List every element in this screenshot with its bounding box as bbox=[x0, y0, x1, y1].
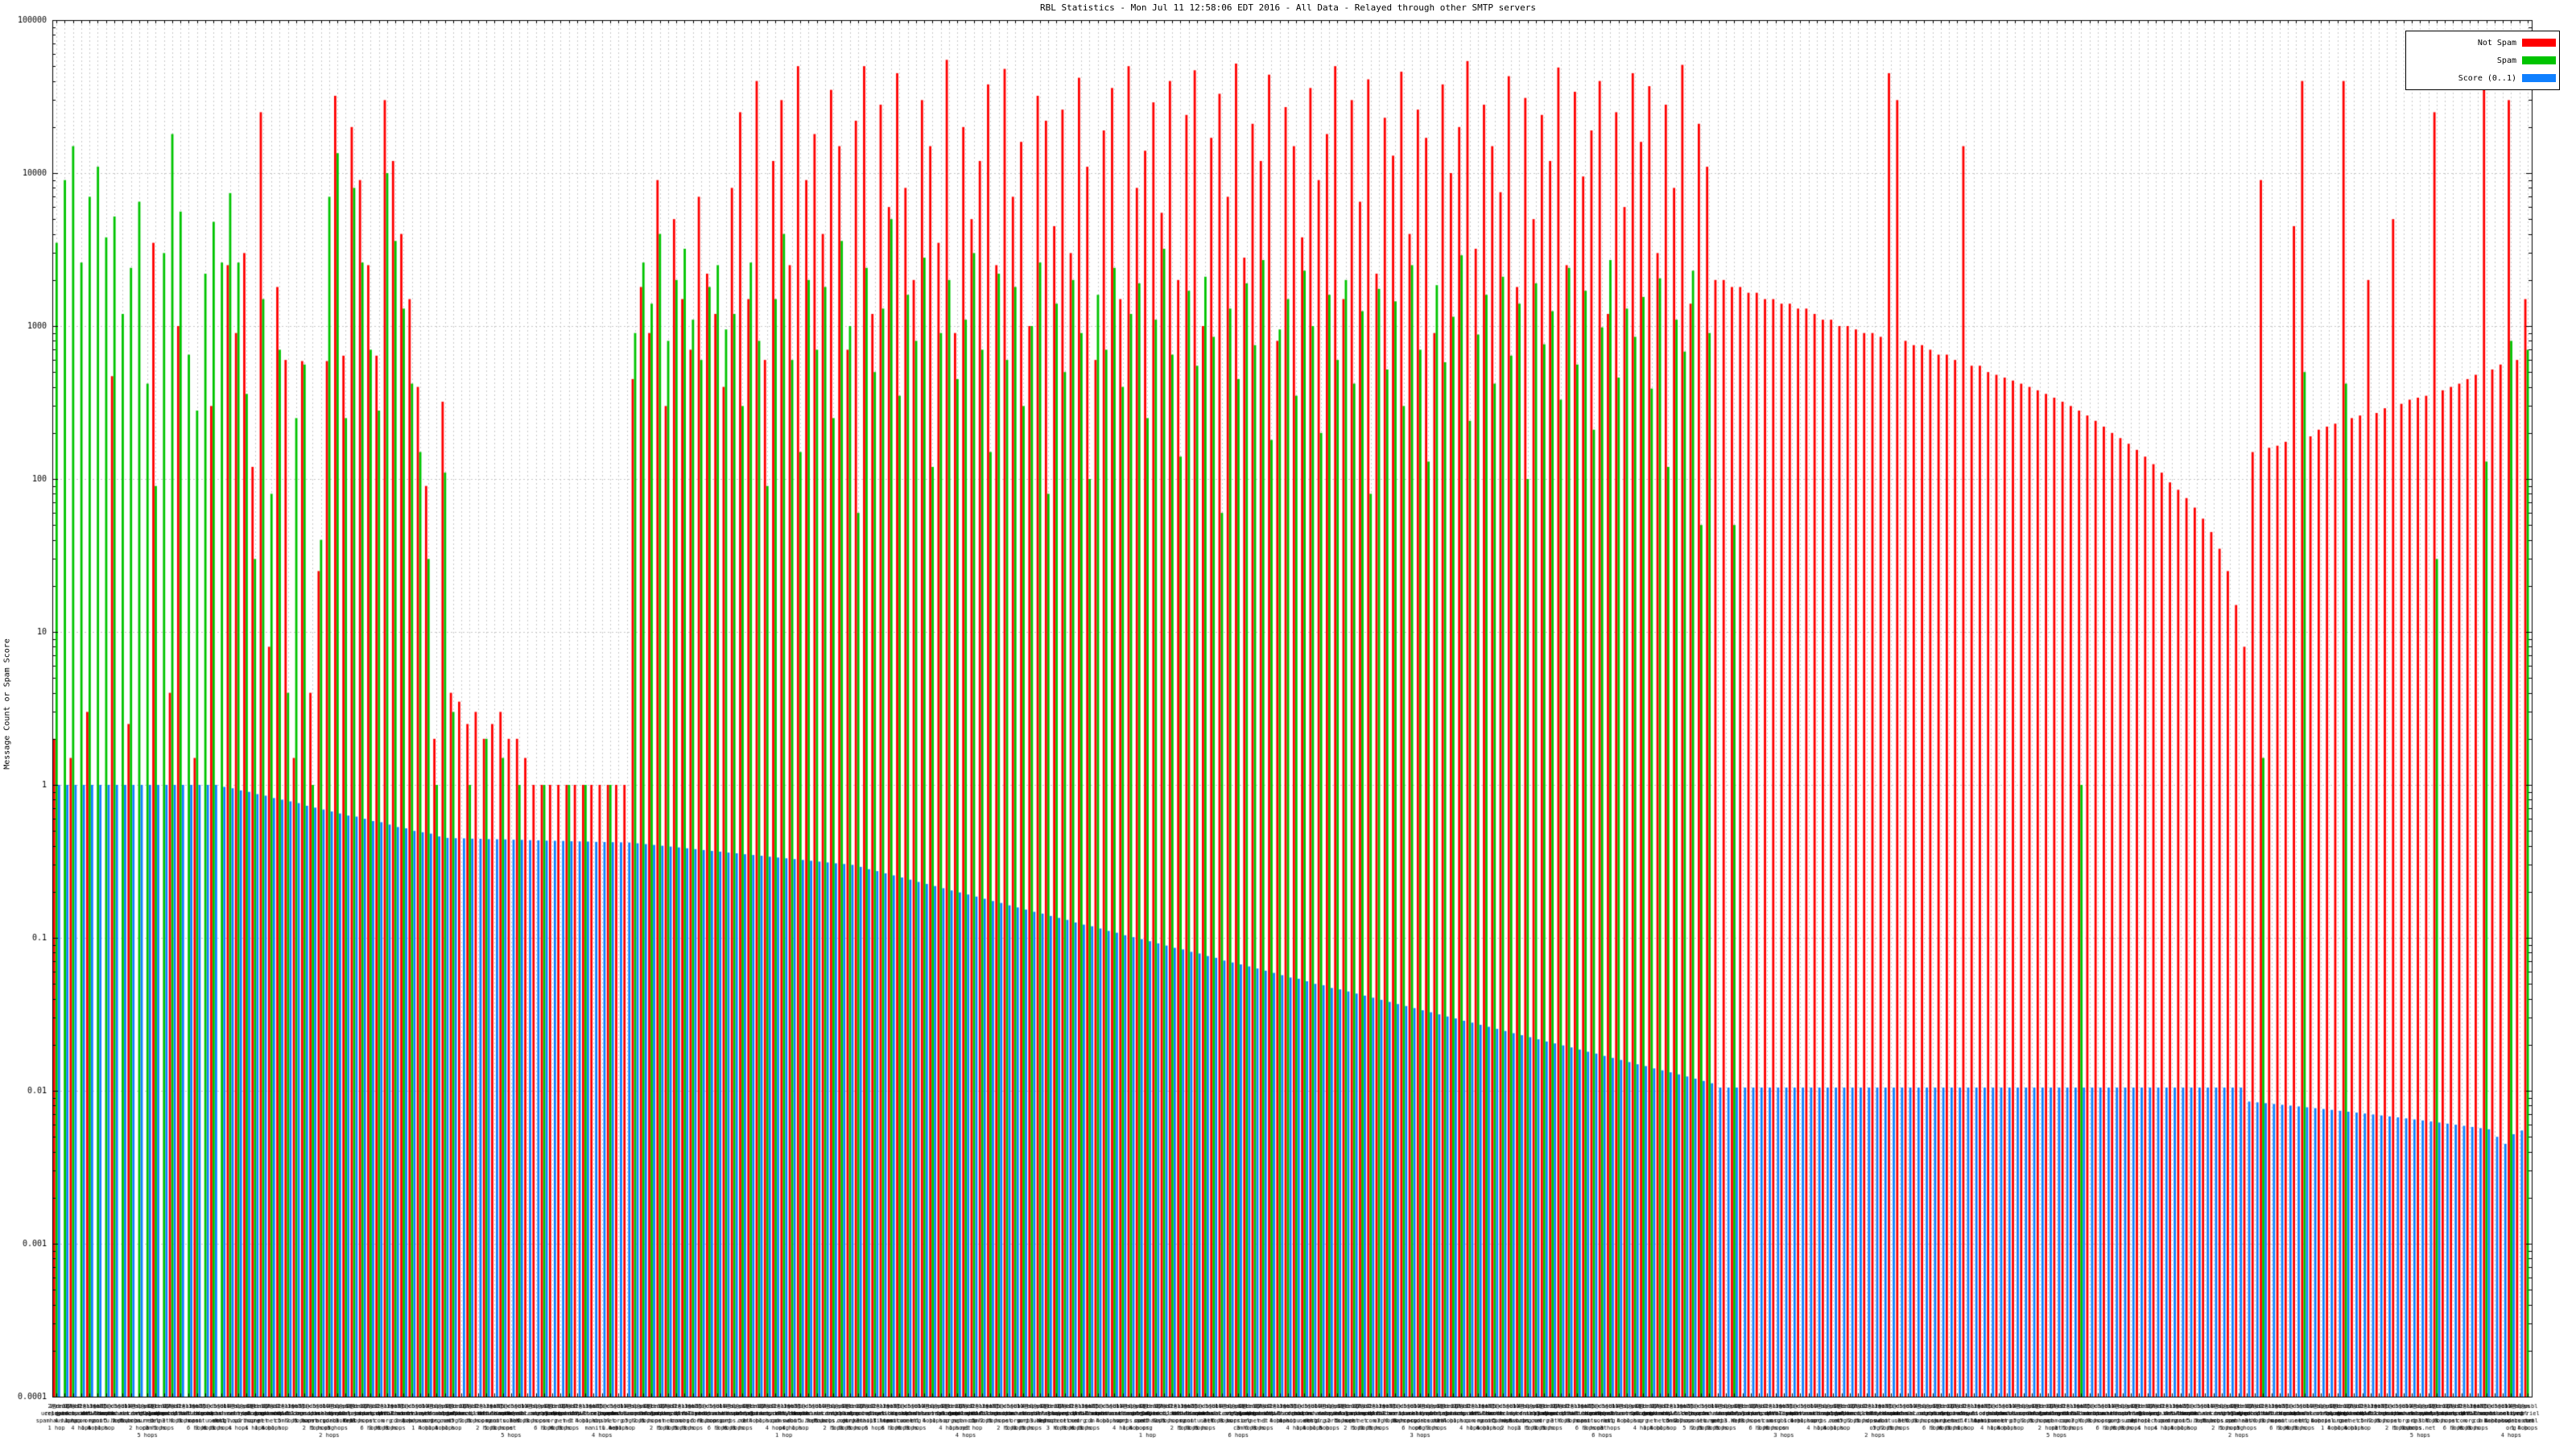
legend-item-not-spam: Not Spam bbox=[2409, 35, 2556, 50]
legend: Not Spam Spam Score (0..1) bbox=[2405, 31, 2560, 90]
legend-label-spam: Spam bbox=[2496, 56, 2516, 65]
legend-swatch-score bbox=[2522, 74, 2556, 82]
legend-swatch-not-spam bbox=[2522, 39, 2556, 47]
legend-swatch-spam bbox=[2522, 56, 2556, 64]
rbl-statistics-chart: RBL Statistics - Mon Jul 11 12:58:06 EDT… bbox=[0, 0, 2576, 1449]
chart-title: RBL Statistics - Mon Jul 11 12:58:06 EDT… bbox=[1040, 2, 1536, 13]
y-axis-label: Message Count or Spam Score bbox=[2, 638, 12, 770]
legend-item-score: Score (0..1) bbox=[2409, 71, 2556, 85]
legend-label-score: Score (0..1) bbox=[2458, 73, 2516, 83]
chart-canvas bbox=[0, 0, 2576, 1449]
legend-label-not-spam: Not Spam bbox=[2477, 38, 2516, 47]
legend-item-spam: Spam bbox=[2409, 53, 2556, 68]
